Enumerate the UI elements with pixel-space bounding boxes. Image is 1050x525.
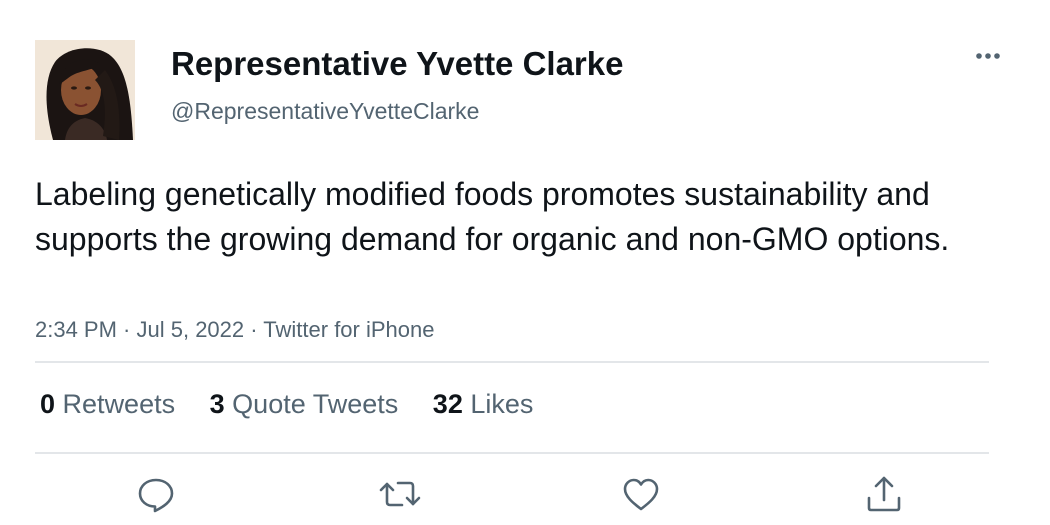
like-button[interactable] [619,474,663,514]
quote-tweets-stat[interactable]: 3 Quote Tweets [210,386,399,422]
share-icon [867,476,901,512]
retweets-stat[interactable]: 0 Retweets [40,386,175,422]
tweet-date[interactable]: Jul 5, 2022 [137,317,245,342]
heart-icon [623,478,659,511]
tweet-time[interactable]: 2:34 PM [35,317,117,342]
avatar-image [35,40,135,140]
tweet-text: Labeling genetically modified foods prom… [35,176,950,257]
likes-label: Likes [470,389,534,419]
meta-separator: · [244,317,264,342]
quote-tweets-count: 3 [209,389,225,419]
avatar[interactable] [35,40,135,140]
retweets-count: 0 [40,389,56,419]
retweet-button[interactable] [378,474,422,514]
meta-separator: · [116,317,137,342]
user-handle[interactable]: @RepresentativeYvetteClarke [171,96,479,126]
likes-stat[interactable]: 32 Likes [433,386,534,422]
reply-button[interactable] [134,474,178,514]
share-button[interactable] [862,474,906,514]
divider [35,452,989,454]
retweet-icon [379,481,421,507]
more-options-button[interactable] [966,42,1010,70]
divider [35,361,989,363]
likes-count: 32 [432,389,463,419]
tweet-source[interactable]: Twitter for iPhone [263,317,434,342]
tweet-meta: 2:34 PM · Jul 5, 2022 · Twitter for iPho… [35,315,434,345]
retweets-label: Retweets [62,389,176,419]
reply-icon [138,478,174,513]
display-name[interactable]: Representative Yvette Clarke [171,44,623,84]
tweet-stats: 0 Retweets 3 Quote Tweets 32 Likes [40,386,560,422]
more-horizontal-icon [976,53,1000,59]
quote-tweets-label: Quote Tweets [232,389,399,419]
